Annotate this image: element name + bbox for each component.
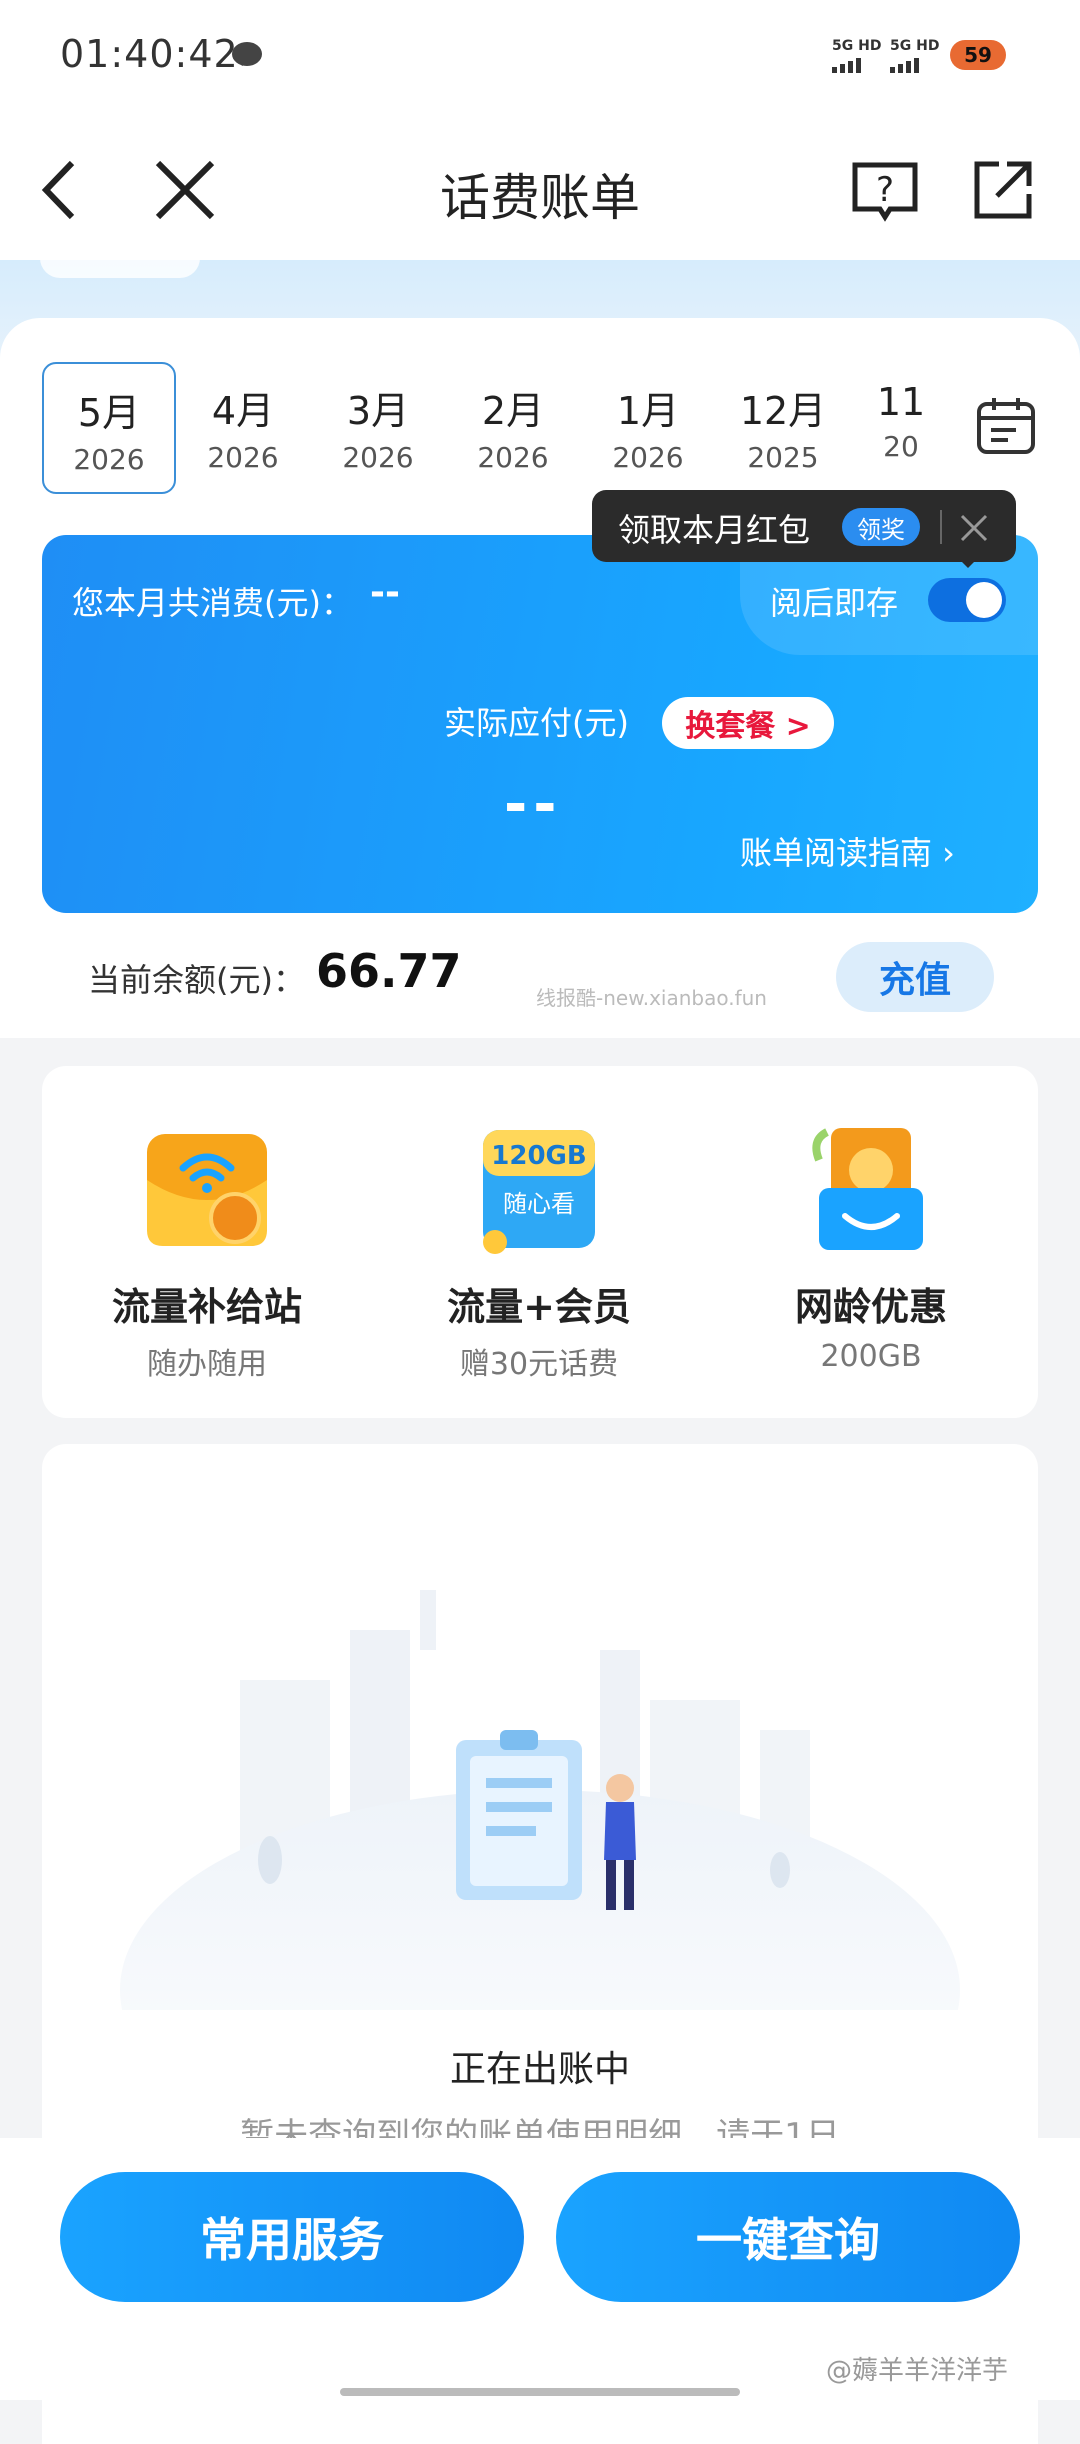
payable-value: -- <box>504 772 563 837</box>
empty-state-title: 正在出账中 <box>449 2049 630 2090</box>
recharge-button[interactable]: 充值 <box>836 942 994 1012</box>
battery-indicator: 59 <box>950 40 1006 70</box>
month-tab-12[interactable]: 12月 2025 <box>718 362 848 490</box>
svg-text:120GB: 120GB <box>491 1141 586 1171</box>
empty-state-illustration <box>120 1590 960 2010</box>
service-data-member[interactable]: 120GB 随心看 流量+会员 赠30元话费 <box>374 1120 704 1383</box>
service-data-supply[interactable]: 流量补给站 随办随用 <box>42 1120 372 1383</box>
consume-value: -- <box>370 572 400 613</box>
consume-label: 您本月共消费(元)： <box>72 584 353 622</box>
change-plan-button[interactable]: 换套餐 > <box>662 697 834 749</box>
month-tab-4[interactable]: 4月 2026 <box>178 362 308 490</box>
month-tab-5[interactable]: 5月 2026 <box>42 362 176 494</box>
share-icon <box>974 161 1032 219</box>
watermark-text: 线报酷-new.xianbao.fun <box>536 986 767 1010</box>
footer-watermark: @薅羊羊洋洋芋 <box>826 2356 1009 2386</box>
month-tab-3[interactable]: 3月 2026 <box>313 362 443 490</box>
svg-text:随心看: 随心看 <box>503 1190 575 1218</box>
month-tab-2[interactable]: 2月 2026 <box>448 362 578 490</box>
bill-guide-link[interactable]: 账单阅读指南 › <box>740 828 955 874</box>
tooltip-text[interactable]: 领取本月红包 <box>618 505 810 551</box>
wifi-envelope-icon <box>147 1134 267 1246</box>
home-indicator[interactable] <box>340 2388 740 2396</box>
gift-box-icon <box>812 1128 923 1250</box>
calendar-icon <box>977 398 1035 454</box>
signal-sim2-icon: 5G HD <box>890 38 939 73</box>
close-icon <box>960 514 988 542</box>
claim-badge[interactable]: 领奖 <box>842 508 920 546</box>
tooltip-close-button[interactable] <box>956 510 992 546</box>
balance-label: 当前余额(元)： <box>88 961 305 999</box>
one-click-query-button[interactable]: 一键查询 <box>556 2172 1020 2302</box>
svg-text:?: ? <box>876 170 894 210</box>
share-button[interactable] <box>968 155 1038 225</box>
balance-value: 66.77 <box>316 944 462 998</box>
data-120gb-icon: 120GB 随心看 <box>483 1130 595 1254</box>
calendar-button[interactable] <box>938 362 1080 490</box>
month-tab-1[interactable]: 1月 2026 <box>583 362 713 490</box>
payable-label: 实际应付(元) <box>444 704 629 742</box>
tooltip-divider <box>940 510 942 544</box>
help-book-icon: ? <box>852 162 918 222</box>
partial-tag <box>40 248 200 278</box>
common-services-button[interactable]: 常用服务 <box>60 2172 524 2302</box>
status-time: 01:40:42 <box>60 32 239 76</box>
read-save-toggle[interactable] <box>928 578 1006 622</box>
help-button[interactable]: ? <box>850 155 920 225</box>
signal-sim1-icon: 5G HD <box>832 38 881 73</box>
chat-notification-icon <box>232 42 262 66</box>
read-save-label: 阅后即存 <box>770 584 899 622</box>
service-network-age[interactable]: 网龄优惠 200GB <box>706 1120 1036 1374</box>
